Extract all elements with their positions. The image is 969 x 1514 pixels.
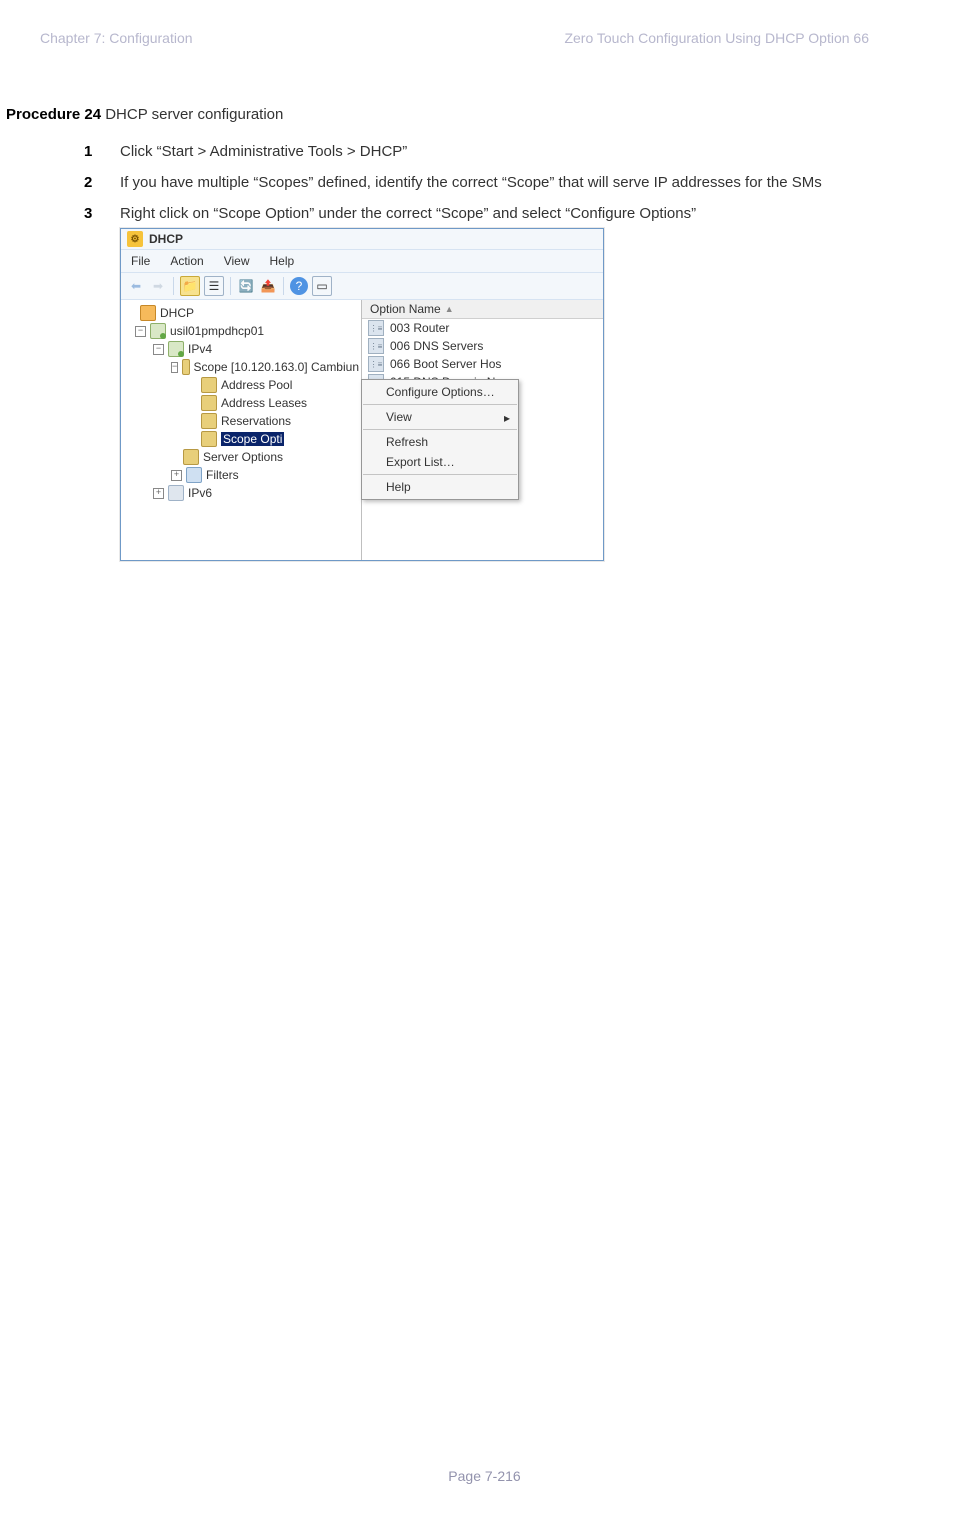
menu-help[interactable]: Help: [270, 254, 295, 268]
steps-list: Click “Start > Administrative Tools > DH…: [0, 143, 919, 561]
tree-ipv4[interactable]: − IPv4: [123, 340, 359, 358]
tree-scope[interactable]: − Scope [10.120.163.0] Cambiun: [123, 358, 359, 376]
option-icon: ⋮≡: [368, 338, 384, 354]
menu-separator: [363, 404, 517, 405]
window-titlebar: ⚙ DHCP: [121, 229, 603, 249]
option-row[interactable]: ⋮≡ 006 DNS Servers: [362, 337, 603, 355]
procedure-title: DHCP server configuration: [101, 106, 283, 123]
folder-icon: [183, 449, 199, 465]
menu-separator: [363, 429, 517, 430]
option-icon: ⋮≡: [368, 356, 384, 372]
procedure-heading: Procedure 24 DHCP server configuration: [0, 106, 919, 123]
folder-up-icon[interactable]: 📁: [180, 276, 200, 296]
refresh-icon[interactable]: 🔄: [237, 277, 255, 295]
option-row[interactable]: ⋮≡ 066 Boot Server Hos: [362, 355, 603, 373]
step-1: Click “Start > Administrative Tools > DH…: [120, 143, 919, 160]
show-hide-tree-icon[interactable]: ☰: [204, 276, 224, 296]
menu-bar: File Action View Help: [121, 249, 603, 273]
filter-icon: [186, 467, 202, 483]
folder-icon: [201, 413, 217, 429]
submenu-arrow-icon: ▸: [504, 411, 510, 425]
step-2: If you have multiple “Scopes” defined, i…: [120, 174, 919, 191]
nav-forward-icon[interactable]: ➡: [149, 277, 167, 295]
tree-address-leases[interactable]: Address Leases: [123, 394, 359, 412]
tree-root[interactable]: DHCP: [123, 304, 359, 322]
menu-action[interactable]: Action: [170, 254, 203, 268]
dhcp-app-icon: ⚙: [127, 231, 143, 247]
export-icon[interactable]: 📤: [259, 277, 277, 295]
expand-icon[interactable]: +: [153, 488, 164, 499]
server-icon: [150, 323, 166, 339]
ctx-view[interactable]: View▸: [362, 407, 518, 427]
expand-icon[interactable]: −: [153, 344, 164, 355]
procedure-number: Procedure 24: [6, 106, 101, 123]
toolbar-separator: [173, 277, 174, 295]
sort-asc-icon: ▲: [445, 304, 454, 314]
toolbar-separator: [230, 277, 231, 295]
expand-icon[interactable]: −: [135, 326, 146, 337]
tree-address-pool[interactable]: Address Pool: [123, 376, 359, 394]
option-row[interactable]: ⋮≡ 003 Router: [362, 319, 603, 337]
context-menu: Configure Options… View▸ Refresh Export …: [361, 379, 519, 500]
ctx-refresh[interactable]: Refresh: [362, 432, 518, 452]
page-header: Chapter 7: Configuration Zero Touch Conf…: [0, 30, 919, 46]
header-right: Zero Touch Configuration Using DHCP Opti…: [564, 30, 869, 46]
dhcp-mmc-window: ⚙ DHCP File Action View Help ⬅ ➡ 📁 ☰ 🔄: [120, 228, 604, 561]
tree-reservations[interactable]: Reservations: [123, 412, 359, 430]
page-footer: Page 7-216: [0, 1468, 969, 1484]
toolbar: ⬅ ➡ 📁 ☰ 🔄 📤 ? ▭: [121, 273, 603, 300]
properties-icon[interactable]: ▭: [312, 276, 332, 296]
step-3: Right click on “Scope Option” under the …: [120, 205, 919, 561]
folder-icon: [201, 377, 217, 393]
toolbar-separator: [283, 277, 284, 295]
window-title: DHCP: [149, 232, 183, 246]
folder-icon: [182, 359, 189, 375]
tree-pane: DHCP − usil01pmpdhcp01 − IPv4: [121, 300, 362, 560]
menu-view[interactable]: View: [224, 254, 250, 268]
menu-file[interactable]: File: [131, 254, 150, 268]
ctx-export-list[interactable]: Export List…: [362, 452, 518, 472]
dhcp-icon: [140, 305, 156, 321]
tree-scope-options[interactable]: Scope Opti: [123, 430, 359, 448]
expand-icon[interactable]: −: [171, 362, 178, 373]
tree-server-options[interactable]: Server Options: [123, 448, 359, 466]
ctx-configure-options[interactable]: Configure Options…: [362, 382, 518, 402]
expand-icon[interactable]: +: [171, 470, 182, 481]
ipv4-icon: [168, 341, 184, 357]
option-icon: ⋮≡: [368, 320, 384, 336]
tree-ipv6[interactable]: + IPv6: [123, 484, 359, 502]
ctx-help[interactable]: Help: [362, 477, 518, 497]
list-header[interactable]: Option Name ▲: [362, 300, 603, 319]
help-icon[interactable]: ?: [290, 277, 308, 295]
header-left: Chapter 7: Configuration: [40, 30, 193, 46]
tree-filters[interactable]: + Filters: [123, 466, 359, 484]
menu-separator: [363, 474, 517, 475]
folder-icon: [201, 395, 217, 411]
ipv6-icon: [168, 485, 184, 501]
nav-back-icon[interactable]: ⬅: [127, 277, 145, 295]
tree-server[interactable]: − usil01pmpdhcp01: [123, 322, 359, 340]
folder-icon: [201, 431, 217, 447]
